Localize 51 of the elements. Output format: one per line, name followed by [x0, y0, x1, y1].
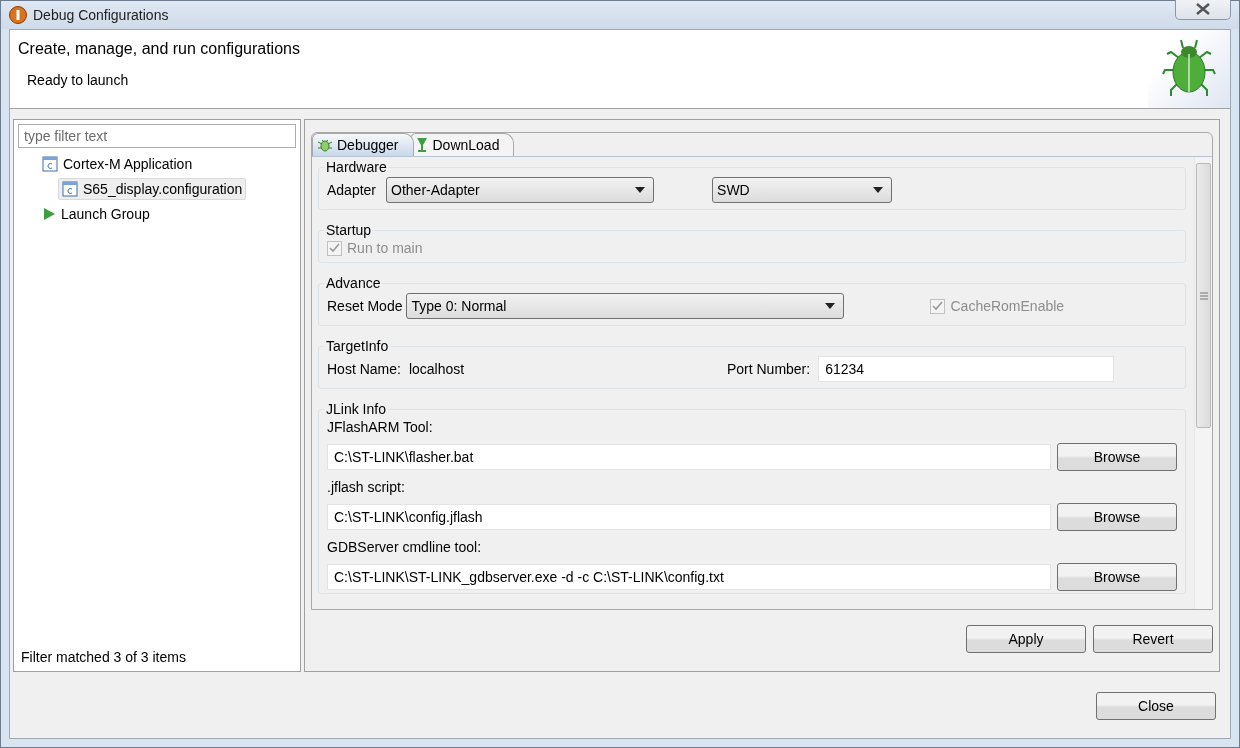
- filter-field[interactable]: type filter text: [18, 124, 296, 148]
- config-file-icon: [62, 181, 78, 197]
- app-icon: [9, 6, 27, 24]
- config-file-icon: [42, 156, 58, 172]
- close-button[interactable]: [1175, 0, 1231, 20]
- tree-item[interactable]: S65_display.configuration: [58, 178, 247, 200]
- caret-icon: [825, 303, 836, 309]
- tree-item[interactable]: Launch Group: [38, 203, 154, 225]
- field-label: Host Name:: [327, 361, 401, 377]
- panel-button[interactable]: Apply: [966, 625, 1086, 653]
- path-field[interactable]: C:\ST-LINK\config.jflash: [327, 504, 1051, 530]
- download-icon: [414, 137, 429, 153]
- caret-icon: [873, 187, 884, 193]
- port-field[interactable]: 61234: [818, 356, 1115, 382]
- header-message: Ready to launch: [26, 72, 130, 88]
- bug-icon: [317, 137, 333, 153]
- filter-status: Filter matched 3 of 3 items: [20, 649, 187, 667]
- panel-button[interactable]: Revert: [1093, 625, 1213, 653]
- path-field[interactable]: C:\ST-LINK\flasher.bat: [327, 444, 1051, 470]
- browse-button[interactable]: Browse: [1057, 443, 1177, 471]
- browse-button[interactable]: Browse: [1057, 563, 1177, 591]
- tab[interactable]: DownLoad: [409, 133, 515, 156]
- field-label: .jflash script:: [327, 479, 406, 495]
- dropdown[interactable]: Other-Adapter: [386, 177, 655, 203]
- field-label: Port Number:: [726, 361, 811, 377]
- group-title: Startup: [325, 222, 373, 238]
- caret-icon: [635, 187, 646, 193]
- field-label: GDBServer cmdline tool:: [327, 539, 483, 555]
- checkmark-icon: [932, 301, 944, 311]
- group-title: Hardware: [325, 159, 388, 175]
- checkmark-icon: [329, 243, 340, 253]
- tab[interactable]: Debugger: [312, 133, 414, 156]
- window-title: Debug Configurations: [33, 7, 170, 23]
- field-label: JFlashARM Tool:: [327, 419, 434, 435]
- header-title: Create, manage, and run configurations: [18, 40, 301, 58]
- tree-item[interactable]: Cortex-M Application: [38, 153, 197, 175]
- path-field[interactable]: C:\ST-LINK\ST-LINK_gdbserver.exe -d -c C:\ST-LINK\config.txt: [327, 564, 1051, 590]
- browse-button[interactable]: Browse: [1057, 503, 1177, 531]
- dropdown[interactable]: Type 0: Normal: [406, 293, 845, 319]
- close-icon: [1195, 2, 1211, 15]
- group-title: Advance: [325, 275, 382, 291]
- dialog-button[interactable]: Close: [1096, 692, 1216, 720]
- dropdown[interactable]: SWD: [712, 177, 893, 203]
- group-title: JLink Info: [325, 401, 387, 417]
- field-label: Reset Mode: [327, 298, 403, 314]
- play-icon: [42, 207, 56, 221]
- group-title: TargetInfo: [325, 338, 390, 354]
- grip-icon: [1199, 291, 1208, 300]
- host-name-value: localhost: [408, 361, 466, 377]
- scrollbar[interactable]: [1194, 157, 1212, 609]
- field-label: Adapter: [327, 182, 377, 198]
